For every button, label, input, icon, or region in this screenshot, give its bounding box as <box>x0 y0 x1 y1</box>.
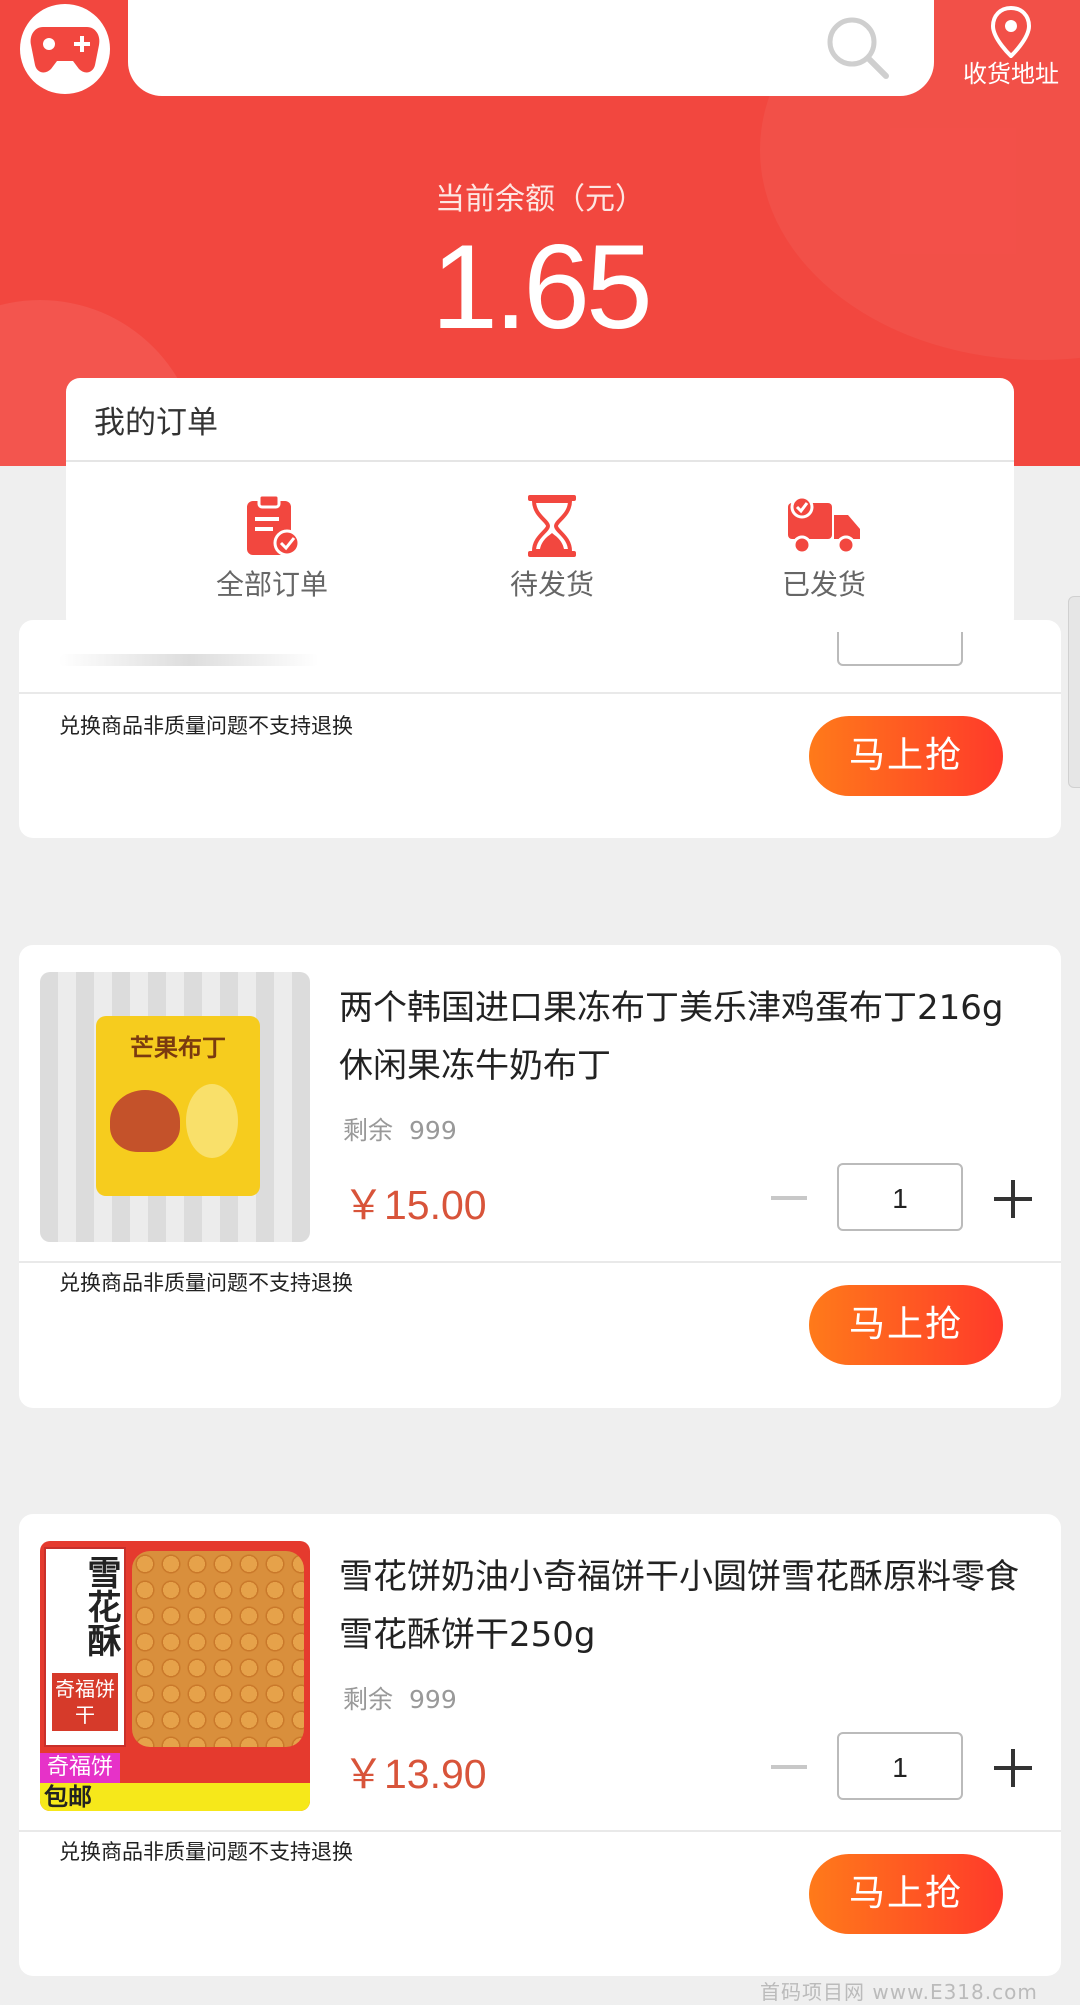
game-controller-avatar[interactable] <box>20 4 110 94</box>
product-card: 雪花酥 奇福饼干 奇福饼 包邮 雪花饼奶油小奇福饼干小圆饼雪花酥原料零食雪花酥饼… <box>19 1514 1061 1976</box>
return-policy-notice: 兑换商品非质量问题不支持退换 <box>59 1271 353 1295</box>
product-name[interactable]: 雪花饼奶油小奇福饼干小圆饼雪花酥原料零食雪花酥饼干250g <box>339 1548 1019 1664</box>
decrease-quantity-button[interactable] <box>771 1765 807 1769</box>
divider <box>19 1261 1061 1263</box>
stock-value: 999 <box>409 1116 457 1145</box>
pudding-shape <box>110 1090 180 1152</box>
product-card: 芒果布丁 两个韩国进口果冻布丁美乐津鸡蛋布丁216g休闲果冻牛奶布丁 剩余 999… <box>19 945 1061 1408</box>
product-image-banner-secondary: 包邮 <box>40 1783 310 1811</box>
search-icon[interactable] <box>822 12 892 82</box>
mango-shape <box>186 1084 238 1158</box>
stock-value: 999 <box>409 1685 457 1714</box>
product-card: 兑换商品非质量问题不支持退换 马上抢 <box>19 620 1061 838</box>
watermark: 首码项目网 www.E318.com <box>760 1980 1038 2004</box>
grab-now-button[interactable]: 马上抢 <box>809 1854 1003 1934</box>
divider <box>19 692 1061 694</box>
increase-quantity-button[interactable] <box>994 1749 1032 1787</box>
order-tab-shipped[interactable]: 已发货 <box>724 493 924 603</box>
order-tab-all-label: 全部订单 <box>215 568 328 601</box>
quantity-input[interactable]: 1 <box>837 1732 963 1800</box>
grab-now-button[interactable]: 马上抢 <box>809 716 1003 796</box>
search-input[interactable] <box>128 0 934 96</box>
stock-remaining: 剩余 999 <box>343 1111 457 1147</box>
decrease-quantity-button[interactable] <box>771 1196 807 1200</box>
side-scroll-handle[interactable] <box>1068 596 1080 788</box>
stock-label: 剩余 <box>343 1116 394 1145</box>
order-tab-all[interactable]: 全部订单 <box>172 493 372 603</box>
quantity-input[interactable]: 1 <box>837 1163 963 1231</box>
biscuit-bag <box>132 1551 304 1747</box>
shipping-address-label: 收货地址 <box>963 60 1059 88</box>
my-orders-card: 我的订单 全部订单 待发货 已发货 <box>66 378 1014 632</box>
product-thumbnail-partial <box>59 654 319 666</box>
balance-value: 1.65 <box>431 220 653 354</box>
return-policy-notice: 兑换商品非质量问题不支持退换 <box>59 1840 353 1864</box>
product-image[interactable]: 芒果布丁 <box>40 972 310 1242</box>
product-price: ￥15.00 <box>343 1182 487 1228</box>
product-image-label: 芒果布丁 <box>130 1034 226 1062</box>
product-image[interactable]: 雪花酥 奇福饼干 奇福饼 包邮 <box>40 1541 310 1811</box>
shipping-address-button[interactable]: 收货地址 <box>946 6 1076 96</box>
order-tab-pending[interactable]: 待发货 <box>452 493 652 603</box>
product-image-banner: 奇福饼 <box>40 1753 120 1783</box>
product-image-badge: 奇福饼干 <box>52 1673 118 1731</box>
return-policy-notice: 兑换商品非质量问题不支持退换 <box>59 714 353 738</box>
divider <box>19 1830 1061 1832</box>
game-controller-icon <box>30 27 100 73</box>
order-tab-pending-label: 待发货 <box>509 568 594 601</box>
stock-label: 剩余 <box>343 1685 394 1714</box>
balance-label: 当前余额（元） <box>435 182 645 217</box>
product-image-label: 雪花酥 <box>81 1555 121 1657</box>
product-image-label-panel: 雪花酥 奇福饼干 <box>44 1547 126 1747</box>
product-name[interactable]: 两个韩国进口果冻布丁美乐津鸡蛋布丁216g休闲果冻牛奶布丁 <box>339 979 1019 1095</box>
product-price: ￥13.90 <box>343 1751 487 1797</box>
stock-remaining: 剩余 999 <box>343 1680 457 1716</box>
my-orders-title[interactable]: 我的订单 <box>66 378 1014 462</box>
order-tab-shipped-label: 已发货 <box>781 568 866 601</box>
grab-now-button[interactable]: 马上抢 <box>809 1285 1003 1365</box>
truck-icon <box>788 495 860 555</box>
hourglass-icon <box>528 495 576 557</box>
clipboard-check-icon <box>247 493 301 557</box>
location-pin-icon <box>990 6 1032 58</box>
increase-quantity-button[interactable] <box>994 1180 1032 1218</box>
